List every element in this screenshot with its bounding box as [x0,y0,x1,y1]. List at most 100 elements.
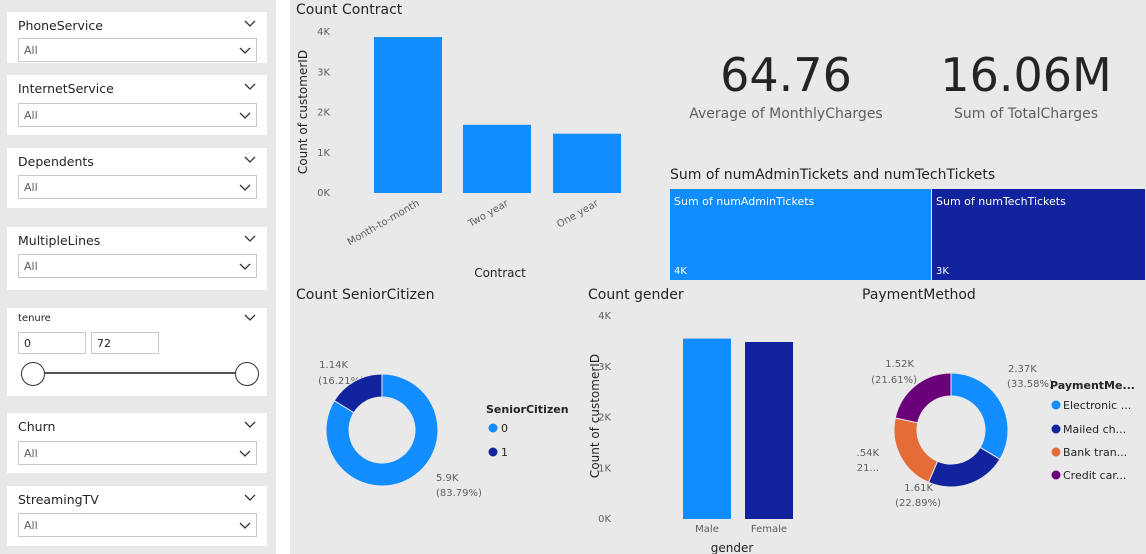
data-label: (33.58%) [1007,379,1053,390]
contract-bar-chart: Count of customerID Contract 0K 1K 2K 3K 4K M… [296,27,621,280]
kpi-card-monthly[interactable]: 64.76 Average of MonthlyCharges [666,0,906,150]
dropdown-value: All [24,181,38,194]
legend-item[interactable]: Electronic ... [1063,399,1131,412]
slicer-title: PhoneService [18,18,103,33]
x-axis-title: gender [711,541,754,554]
chevron-down-icon[interactable] [243,80,257,94]
slicer-multiplelines: MultipleLines All [7,227,267,290]
data-label: 1.61K [904,483,933,494]
x-tick-label: Female [751,524,787,535]
tenure-max-input[interactable]: 72 [91,332,159,354]
slicer-title: tenure [18,313,51,324]
chevron-down-icon[interactable] [243,418,257,432]
legend-item[interactable]: 0 [501,422,508,435]
data-label: (22.89%) [895,498,941,509]
chevron-down-icon [239,47,251,54]
senior-chart[interactable]: Count SeniorCitizen 1.14K (16.21%) 5.9K … [290,284,580,554]
slicer-tenure: tenure 0 72 [7,308,267,396]
data-label: 2.37K [1008,364,1037,375]
kpi-label: Average of MonthlyCharges [689,106,883,122]
data-label: 5.9K [436,473,459,484]
data-label: (21.61%) [871,375,917,386]
legend-marker [1051,470,1061,480]
legend-title: SeniorCitizen [486,403,569,416]
slicer-title: InternetService [18,81,114,96]
data-label: (83.79%) [436,488,482,499]
donut-slice [927,446,1001,488]
tickets-treemap[interactable]: Sum of numAdminTickets and numTechTicket… [666,160,1146,282]
treemap-label: Sum of numTechTickets [936,195,1066,208]
y-tick-label: 2K [317,108,330,119]
dropdown-value: All [24,447,38,460]
slicer-dropdown[interactable]: All [18,103,257,127]
slicer-title: MultipleLines [18,233,101,248]
y-axis-title: Count of customerID [296,50,310,174]
tenure-min-input[interactable]: 0 [18,332,86,354]
donut-slice [950,372,1009,460]
y-tick-label: 0K [317,188,330,199]
chevron-down-icon[interactable] [243,17,257,31]
slicer-dropdown[interactable]: All [18,38,257,62]
treemap-cell-tech[interactable]: Sum of numTechTickets 3K [932,189,1145,280]
slicer-dropdown[interactable]: All [18,441,257,465]
legend-item[interactable]: Credit car... [1063,469,1126,482]
chevron-down-icon [239,450,251,457]
slicer-title: Churn [18,419,56,434]
slider-track [32,372,247,374]
slicer-dropdown[interactable]: All [18,254,257,278]
kpi-card-total[interactable]: 16.06M Sum of TotalCharges [906,0,1146,150]
y-tick-label: 3K [317,67,330,78]
senior-donut-chart: 1.14K (16.21%) 5.9K (83.79%) SeniorCitiz… [318,360,569,499]
bar [374,37,442,193]
slicer-title: StreamingTV [18,492,99,507]
x-tick-label: One year [555,198,601,231]
chevron-down-icon[interactable] [243,153,257,167]
gender-chart[interactable]: Count gender Count of customerID gender … [582,284,855,554]
chevron-down-icon[interactable] [243,491,257,505]
slicer-phoneservice: PhoneService All [7,12,267,63]
y-tick-label: 4K [598,311,611,322]
bar [683,338,731,519]
data-label: (21... [857,463,879,474]
y-tick-label: 3K [598,362,611,373]
dropdown-value: All [24,260,38,273]
slicer-dropdown[interactable]: All [18,513,257,537]
bar [463,124,531,193]
legend-item[interactable]: Bank tran... [1063,446,1127,459]
kpi-value: 16.06M [940,48,1112,102]
chevron-down-icon[interactable] [243,311,257,325]
kpi-value: 64.76 [720,48,852,102]
treemap-label: Sum of numAdminTickets [674,195,815,208]
data-label: 1.14K [319,360,348,371]
slicer-churn: Churn All [7,413,267,473]
legend-marker [1051,400,1061,410]
contract-chart[interactable]: Count Contract Count of customerID Contr… [290,0,662,282]
chevron-down-icon [239,112,251,119]
chevron-down-icon [239,522,251,529]
chart-title: Sum of numAdminTickets and numTechTicket… [670,167,996,183]
data-label: 1.54K [857,448,879,459]
slider-min-handle[interactable] [21,362,45,386]
dropdown-value: All [24,44,38,57]
y-tick-label: 0K [598,514,611,525]
slicer-dropdown[interactable]: All [18,175,257,199]
x-tick-label: Male [695,524,719,535]
report-canvas: Count Contract Count of customerID Contr… [290,0,1146,554]
x-tick-label: Month-to-month [346,198,422,248]
chevron-down-icon [239,263,251,270]
legend-item[interactable]: 1 [501,446,508,459]
slicer-title: Dependents [18,154,94,169]
payment-chart[interactable]: PaymentMethod 2.37K (33.58%) 1.61K (22.8… [857,284,1146,554]
bar [745,341,793,519]
slider-max-handle[interactable] [235,362,259,386]
chevron-down-icon [239,184,251,191]
treemap-cell-admin[interactable]: Sum of numAdminTickets 4K [670,189,931,280]
x-tick-label: Two year [466,198,511,231]
filter-panel: PhoneService All InternetService All Dep… [0,0,276,554]
payment-donut-chart: 2.37K (33.58%) 1.61K (22.89%) 1.54K (21.… [857,359,1135,509]
legend-marker [1051,447,1061,457]
legend-item[interactable]: Mailed ch... [1063,423,1126,436]
slicer-streamingtv: StreamingTV All [7,486,267,546]
x-axis-title: Contract [474,266,526,280]
chevron-down-icon[interactable] [243,232,257,246]
